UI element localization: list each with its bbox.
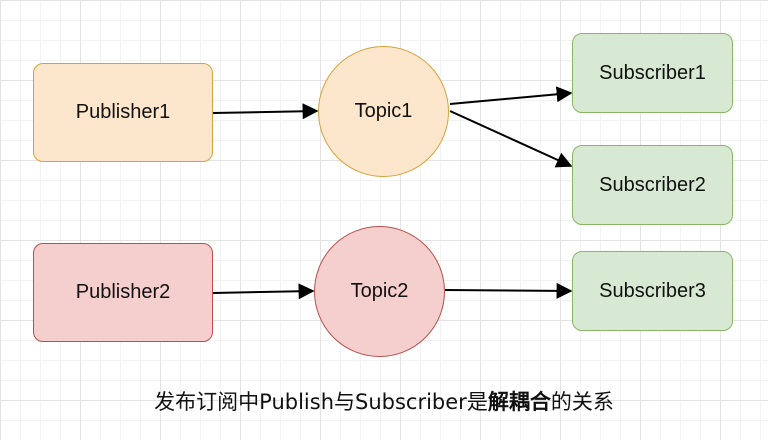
topic2-node: Topic2 <box>314 226 445 357</box>
edge-publisher1-topic1 <box>212 103 319 120</box>
publisher2-label: Publisher2 <box>75 281 171 303</box>
edge-topic1-subscriber2 <box>449 110 573 168</box>
publisher1-label: Publisher1 <box>75 101 171 123</box>
caption-text-after: 的关系 <box>550 390 614 414</box>
caption-text-before: 发布订阅中Publish与Subscriber是 <box>154 390 488 414</box>
subscriber2-node: Subscriber2 <box>572 145 733 225</box>
publisher1-node: Publisher1 <box>33 63 213 162</box>
edge-topic1-subscriber1 <box>449 86 573 105</box>
publisher2-node: Publisher2 <box>33 243 213 342</box>
topic1-node: Topic1 <box>318 46 449 177</box>
edge-topic2-subscriber3 <box>444 282 573 299</box>
subscriber3-node: Subscriber3 <box>572 251 733 331</box>
topic1-label: Topic1 <box>354 100 413 122</box>
subscriber1-label: Subscriber1 <box>599 61 706 84</box>
caption-text-bold: 解耦合 <box>487 390 551 414</box>
topic2-label: Topic2 <box>350 280 409 302</box>
edge-publisher2-topic2 <box>212 283 315 300</box>
diagram-caption: 发布订阅中Publish与Subscriber是解耦合的关系 <box>0 386 768 416</box>
subscriber2-label: Subscriber2 <box>599 173 706 196</box>
subscriber1-node: Subscriber1 <box>572 33 733 113</box>
subscriber3-label: Subscriber3 <box>599 279 706 302</box>
